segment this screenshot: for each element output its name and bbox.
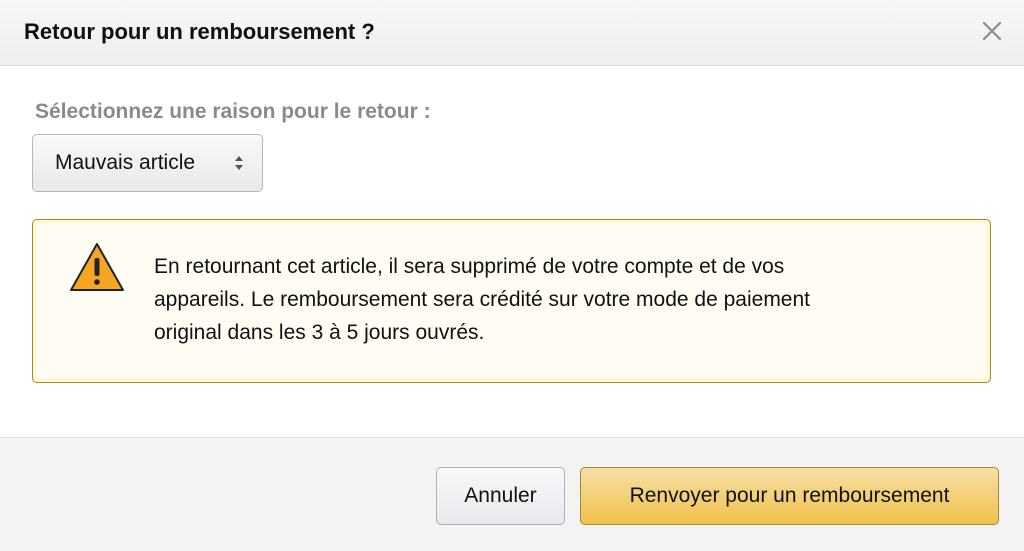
close-icon: [982, 21, 1002, 41]
alert-line: original dans les 3 à 5 jours ouvrés.: [154, 321, 485, 344]
reason-label: Sélectionnez une raison pour le retour :: [35, 100, 431, 123]
close-button[interactable]: [978, 17, 1006, 45]
alert-line: appareils. Le remboursement sera crédité…: [154, 288, 811, 311]
dialog-title: Retour pour un remboursement ?: [24, 19, 375, 44]
alert-line: En retournant cet article, il sera suppr…: [154, 255, 785, 278]
return-refund-dialog: Retour pour un remboursement ? Sélection…: [0, 0, 1024, 551]
alert-message: En retournant cet article, il sera suppr…: [154, 250, 954, 349]
return-for-refund-button[interactable]: Renvoyer pour un remboursement: [580, 467, 999, 525]
reason-select-value: Mauvais article: [55, 151, 196, 174]
select-arrows-icon: [235, 156, 243, 170]
dialog-body: Sélectionnez une raison pour le retour :…: [0, 66, 1024, 437]
reason-select[interactable]: Mauvais article: [32, 134, 263, 192]
dialog-header: Retour pour un remboursement ?: [0, 0, 1024, 66]
cancel-button[interactable]: Annuler: [436, 467, 565, 525]
warning-alert: En retournant cet article, il sera suppr…: [32, 219, 991, 383]
dialog-footer: Annuler Renvoyer pour un remboursement: [0, 437, 1024, 551]
warning-icon: [70, 243, 124, 291]
